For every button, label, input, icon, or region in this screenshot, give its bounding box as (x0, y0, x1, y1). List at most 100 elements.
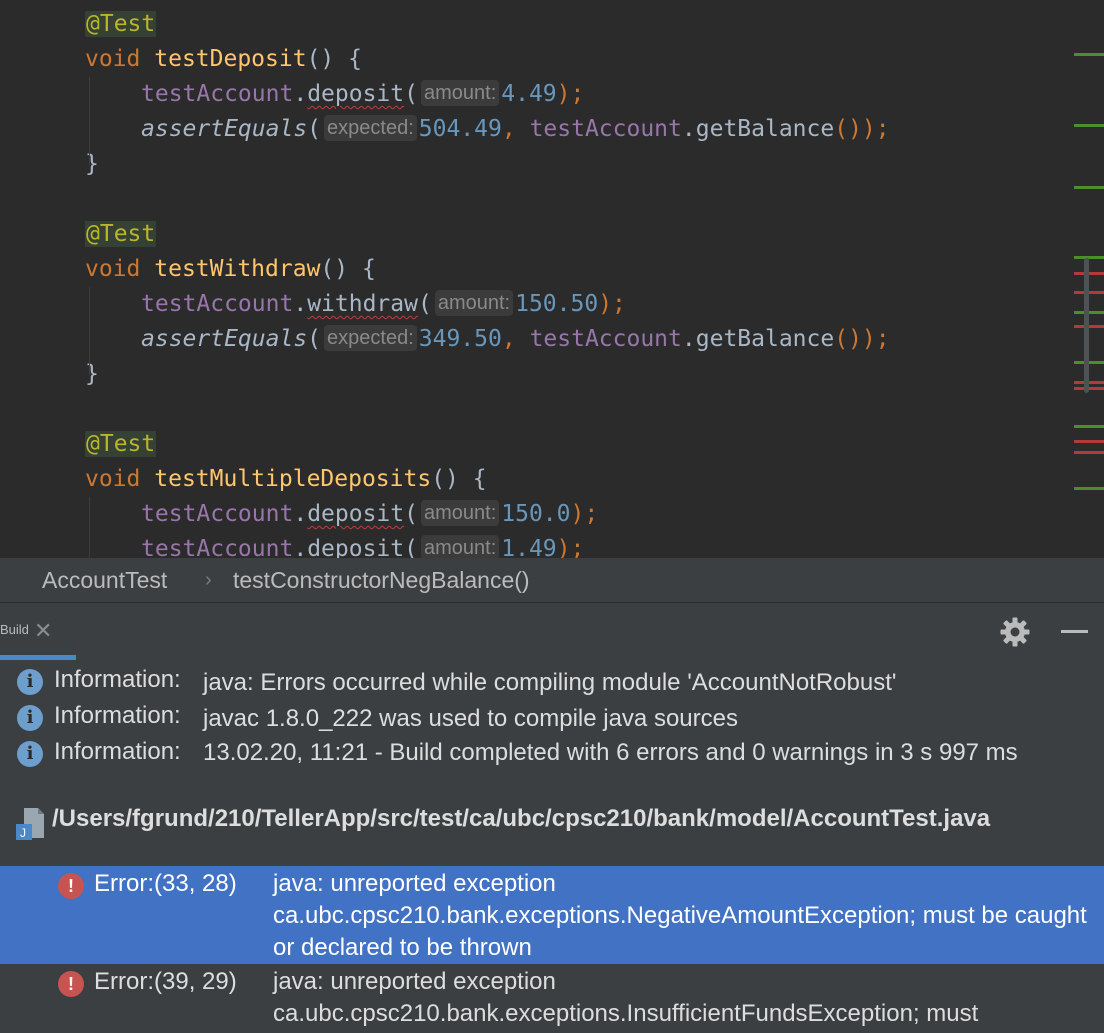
field-ref: testAccount (529, 326, 682, 352)
breadcrumb-class[interactable]: AccountTest (42, 558, 167, 602)
info-message-row[interactable]: i Information: java: Errors occurred whi… (0, 664, 1104, 700)
punctuation: } (85, 361, 99, 387)
punctuation: . (293, 291, 308, 317)
error-icon: ! (58, 873, 84, 899)
method-call: getBalance (695, 326, 835, 352)
error-message-row[interactable]: ! Error:(39, 29) java: unreported except… (0, 964, 1104, 1033)
info-text: 13.02.20, 11:21 - Build completed with 6… (203, 739, 1018, 766)
svg-text:J: J (20, 826, 26, 840)
annotation: @Test (85, 11, 157, 37)
info-icon: i (17, 705, 43, 731)
keyword: void (85, 466, 141, 492)
tab-build[interactable]: Build ✕ (0, 603, 76, 661)
code-line[interactable]: testAccount.deposit(amount: 4.49); (141, 77, 584, 112)
info-text: java: Errors occurred while compiling mo… (203, 669, 897, 696)
code-editor[interactable]: @Test void testDeposit() {testAccount.dep… (0, 0, 1104, 558)
error-message-row[interactable]: ! Error:(33, 28) java: unreported except… (0, 866, 1104, 964)
error-marker[interactable] (1074, 440, 1104, 443)
punctuation: ( (404, 81, 418, 107)
punctuation: ()); (834, 116, 890, 142)
code-line[interactable]: assertEquals(expected: 504.49, testAccoun… (141, 112, 890, 147)
breadcrumb-separator-icon: › (205, 569, 212, 591)
parameter-hint: expected: (324, 115, 417, 141)
gear-icon[interactable] (999, 616, 1031, 648)
indent-guide (89, 287, 90, 375)
error-marker[interactable] (1074, 381, 1104, 384)
punctuation: . (681, 116, 696, 142)
scrollbar-thumb[interactable] (1084, 258, 1089, 393)
code-line[interactable]: @Test (85, 7, 157, 42)
number-literal: 150.50 (515, 291, 599, 317)
change-marker[interactable] (1074, 186, 1104, 189)
keyword: void (85, 46, 141, 72)
punctuation: () { (306, 46, 362, 72)
error-marker[interactable] (1074, 387, 1104, 390)
change-marker[interactable] (1074, 311, 1104, 314)
code-line[interactable]: testAccount.deposit(amount: 150.0); (141, 497, 598, 532)
build-output[interactable]: i Information: java: Errors occurred whi… (0, 660, 1104, 1033)
method-call: deposit (307, 536, 405, 558)
file-row[interactable]: J /Users/fgrund/210/TellerApp/src/test/c… (0, 800, 1104, 866)
change-marker[interactable] (1074, 124, 1104, 127)
indent-guide (89, 497, 90, 558)
punctuation: . (293, 81, 308, 107)
minimize-icon[interactable] (1061, 630, 1088, 633)
code-line[interactable]: void testWithdraw() { (85, 252, 376, 287)
java-file-icon: J (16, 808, 44, 840)
error-text: java: unreported exception ca.ubc.cpsc21… (273, 870, 1087, 961)
code-line[interactable]: void testDeposit() { (85, 42, 362, 77)
code-line[interactable]: void testMultipleDeposits() { (85, 462, 487, 497)
method-call: withdraw (307, 291, 418, 317)
error-location: Error:(39, 29) (94, 968, 237, 995)
parameter-hint: amount: (434, 290, 514, 316)
change-marker[interactable] (1074, 361, 1104, 364)
field-ref: testAccount (141, 536, 294, 558)
breadcrumb: AccountTest › testConstructorNegBalance(… (0, 558, 1104, 602)
punctuation: ( (307, 326, 322, 352)
info-label: Information: (54, 702, 181, 729)
error-marker[interactable] (1074, 291, 1104, 294)
punctuation: ( (404, 501, 418, 527)
punctuation: ); (556, 536, 585, 558)
change-marker[interactable] (1074, 425, 1104, 428)
method-call: assertEquals (141, 116, 308, 142)
code-line[interactable]: assertEquals(expected: 349.50, testAccoun… (141, 322, 890, 357)
method-call: getBalance (695, 116, 835, 142)
field-ref: testAccount (529, 116, 682, 142)
annotation: @Test (85, 221, 157, 247)
error-icon: ! (58, 971, 84, 997)
info-message-row[interactable]: i Information: javac 1.8.0_222 was used … (0, 700, 1104, 736)
error-marker[interactable] (1074, 325, 1104, 328)
punctuation: () { (431, 466, 487, 492)
change-marker[interactable] (1074, 53, 1104, 56)
code-line[interactable]: @Test (85, 427, 157, 462)
annotation: @Test (85, 431, 157, 457)
parameter-hint: amount: (420, 535, 500, 558)
info-message-row[interactable]: i Information: 13.02.20, 11:21 - Build c… (0, 736, 1104, 802)
change-marker[interactable] (1074, 256, 1104, 259)
error-stripe[interactable]: ! (1072, 0, 1104, 558)
method-call: assertEquals (141, 326, 308, 352)
error-marker[interactable] (1074, 451, 1104, 454)
code-line[interactable]: @Test (85, 217, 157, 252)
number-literal: 504.49 (418, 116, 502, 142)
close-icon[interactable]: ✕ (34, 618, 52, 644)
code-line[interactable]: testAccount.deposit(amount: 1.49); (141, 532, 584, 558)
breadcrumb-method[interactable]: testConstructorNegBalance() (233, 558, 530, 602)
code-line[interactable]: } (85, 147, 99, 182)
error-marker[interactable] (1074, 272, 1104, 275)
info-icon: i (17, 741, 43, 767)
field-ref: testAccount (141, 291, 294, 317)
method-name: testWithdraw (154, 256, 321, 282)
info-icon: i (17, 669, 43, 695)
number-literal: 4.49 (501, 81, 557, 107)
file-path: /Users/fgrund/210/TellerApp/src/test/ca/… (52, 805, 991, 832)
punctuation: ( (404, 536, 418, 558)
method-call: deposit (307, 501, 405, 527)
punctuation: ); (570, 501, 599, 527)
punctuation: ( (307, 116, 322, 142)
code-line[interactable]: testAccount.withdraw(amount: 150.50); (141, 287, 626, 322)
change-marker[interactable] (1074, 487, 1104, 490)
code-line[interactable]: } (85, 357, 99, 392)
number-literal: 1.49 (501, 536, 557, 558)
